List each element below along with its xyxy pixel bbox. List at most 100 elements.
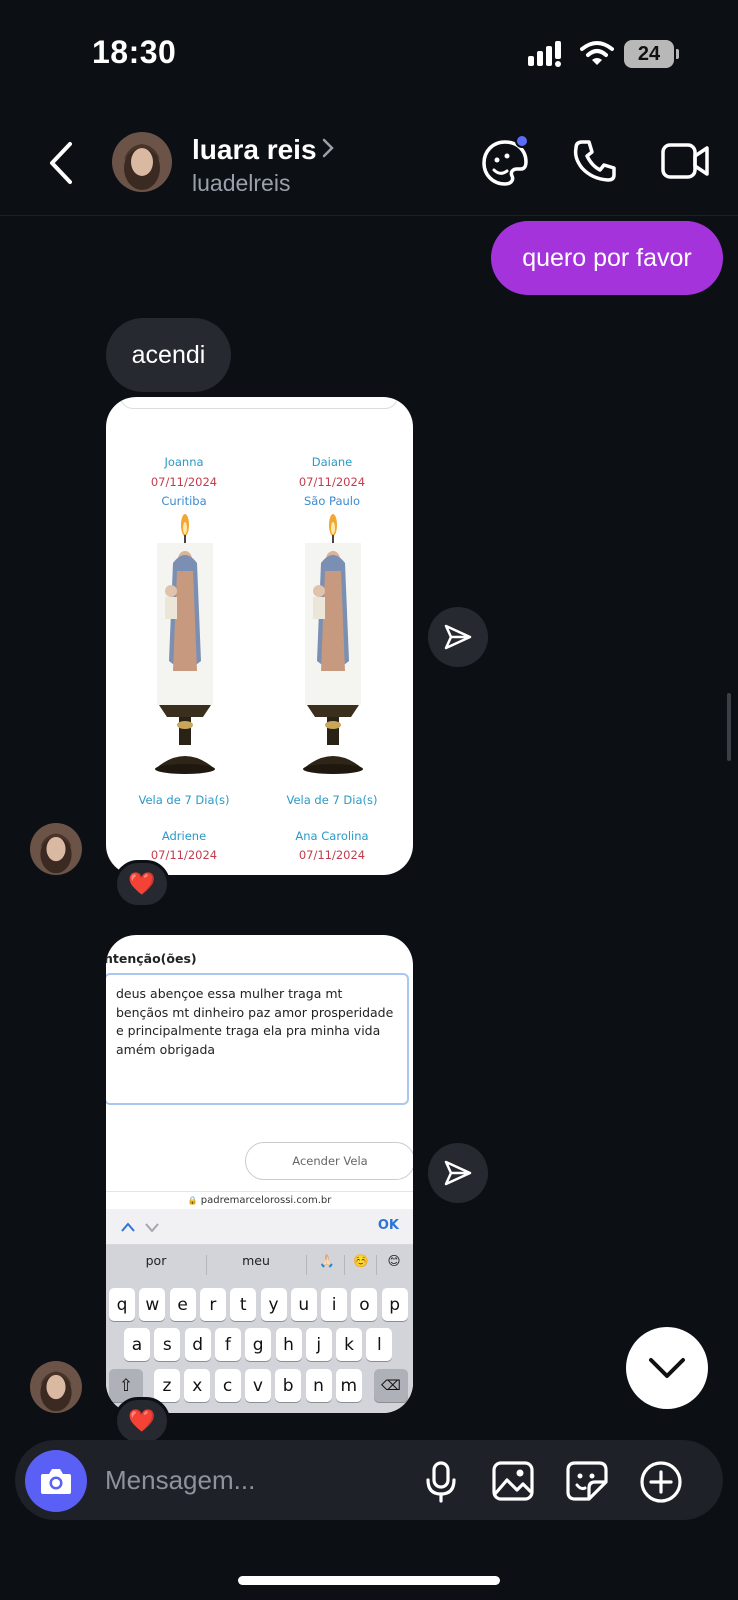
heart-icon: ❤️: [128, 1408, 156, 1433]
keyboard-key: e: [169, 1288, 196, 1321]
candle-name: Daiane: [311, 455, 353, 469]
heart-reaction[interactable]: ❤️: [114, 1397, 170, 1445]
outgoing-message[interactable]: quero por favor: [491, 221, 723, 295]
keyboard-key: u: [290, 1288, 317, 1321]
camera-button[interactable]: [25, 1450, 87, 1512]
wifi-icon: [580, 41, 614, 65]
candle-city: São Paulo: [303, 494, 361, 508]
url-bar: 🔒 padremarcelorossi.com.br: [106, 1191, 413, 1209]
chevron-right-icon[interactable]: [320, 136, 336, 160]
candle-date: 07/11/2024: [150, 475, 218, 489]
home-indicator: [238, 1576, 500, 1585]
new-badge-dot: [515, 134, 529, 148]
microphone-icon[interactable]: [423, 1460, 459, 1504]
phone-call-icon[interactable]: [572, 138, 618, 184]
chevron-down-icon: [649, 1358, 685, 1378]
message-input[interactable]: [105, 1460, 405, 1500]
candle-name: Joanna: [164, 455, 204, 469]
keyboard-key: q: [109, 1288, 135, 1321]
candle-city: Curitiba: [161, 494, 207, 508]
battery-nub: [676, 49, 679, 59]
keyboard-key: s: [154, 1328, 181, 1361]
image-message-form[interactable]: ntenção(ões) deus abençoe essa mulher tr…: [106, 935, 413, 1413]
send-icon: [444, 1160, 472, 1186]
keyboard: por meu 🙏🏻 ☺️ 😊 qwertyuiop asdfghjkl zxc…: [106, 1245, 413, 1413]
candle-type: Vela de 7 Dia(s): [138, 793, 230, 807]
chevron-down-icon: [145, 1223, 159, 1233]
heart-reaction[interactable]: ❤️: [114, 860, 170, 908]
send-icon: [444, 624, 472, 650]
intention-text: deus abençoe essa mulher traga mt benção…: [106, 973, 409, 1105]
candle-name: Ana Carolina: [295, 829, 369, 843]
candle-image: [155, 514, 215, 774]
suggestion-divider: [376, 1255, 377, 1275]
keyboard-key: z: [154, 1369, 180, 1402]
gallery-icon[interactable]: [491, 1460, 535, 1502]
cellular-signal-icon: [528, 41, 561, 67]
keyboard-toolbar: OK: [106, 1209, 413, 1245]
sticker-icon[interactable]: [565, 1460, 609, 1502]
contact-username[interactable]: luadelreis: [192, 170, 290, 197]
chat-header: luara reis luadelreis: [0, 118, 738, 216]
status-time: 18:30: [92, 34, 177, 70]
add-icon[interactable]: [639, 1460, 683, 1504]
keyboard-key: p: [381, 1288, 408, 1321]
contact-avatar[interactable]: [112, 132, 172, 192]
chevron-up-icon: [121, 1222, 135, 1232]
keyboard-key: r: [199, 1288, 226, 1321]
suggestion-divider: [344, 1255, 345, 1275]
keyboard-key: t: [230, 1288, 257, 1321]
keyboard-key: k: [336, 1328, 363, 1361]
video-call-icon[interactable]: [660, 138, 710, 184]
keyboard-key: w: [139, 1288, 166, 1321]
candle-type: Vela de 7 Dia(s): [286, 793, 378, 807]
scroll-to-bottom-button[interactable]: [626, 1327, 708, 1409]
keyboard-ok: OK: [377, 1218, 399, 1233]
keyboard-key: x: [184, 1369, 211, 1402]
keyboard-key: v: [244, 1369, 271, 1402]
suggestion: por: [145, 1253, 167, 1268]
keyboard-key: o: [351, 1288, 378, 1321]
backspace-icon: ⌫: [374, 1369, 408, 1402]
lock-icon: 🔒: [187, 1196, 198, 1205]
keyboard-key: f: [214, 1328, 241, 1361]
back-arrow-icon[interactable]: [42, 138, 82, 188]
candle-image: [303, 514, 363, 774]
share-button[interactable]: [428, 1143, 488, 1203]
keyboard-key: m: [335, 1369, 362, 1402]
keyboard-key: i: [321, 1288, 348, 1321]
candle-date: 07/11/2024: [298, 848, 366, 862]
keyboard-key: l: [366, 1328, 393, 1361]
emoji-suggestion: 🙏🏻: [319, 1253, 335, 1268]
scroll-indicator[interactable]: [727, 693, 731, 761]
incoming-message[interactable]: acendi: [106, 318, 231, 392]
keyboard-key: j: [305, 1328, 332, 1361]
suggestion: meu: [242, 1253, 270, 1268]
keyboard-key: g: [245, 1328, 272, 1361]
camera-icon: [41, 1469, 71, 1494]
sender-avatar[interactable]: [30, 1361, 82, 1413]
url-text: padremarcelorossi.com.br: [200, 1195, 332, 1206]
keyboard-key: h: [275, 1328, 302, 1361]
contact-name[interactable]: luara reis: [192, 134, 317, 166]
emoji-suggestion: ☺️: [353, 1253, 369, 1268]
emoji-suggestion: 😊: [387, 1253, 401, 1268]
heart-icon: ❤️: [128, 871, 156, 896]
keyboard-key: n: [305, 1369, 332, 1402]
share-button[interactable]: [428, 607, 488, 667]
acender-vela-button: Acender Vela: [245, 1142, 413, 1180]
keyboard-key: c: [214, 1369, 241, 1402]
image-message-candles[interactable]: Joanna 07/11/2024 Curitiba Vela de 7 Dia…: [106, 397, 413, 875]
candle-date: 07/11/2024: [298, 475, 366, 489]
suggestion-divider: [206, 1255, 207, 1275]
keyboard-key: y: [260, 1288, 287, 1321]
intention-title: ntenção(ões): [106, 951, 197, 966]
keyboard-key: a: [124, 1328, 150, 1361]
keyboard-key: d: [184, 1328, 211, 1361]
search-bar-fragment: [120, 397, 398, 409]
suggestion-divider: [306, 1255, 307, 1275]
candle-name: Adriene: [161, 829, 207, 843]
sender-avatar[interactable]: [30, 823, 82, 875]
message-composer: [15, 1440, 723, 1520]
battery-indicator: 24: [624, 40, 674, 68]
